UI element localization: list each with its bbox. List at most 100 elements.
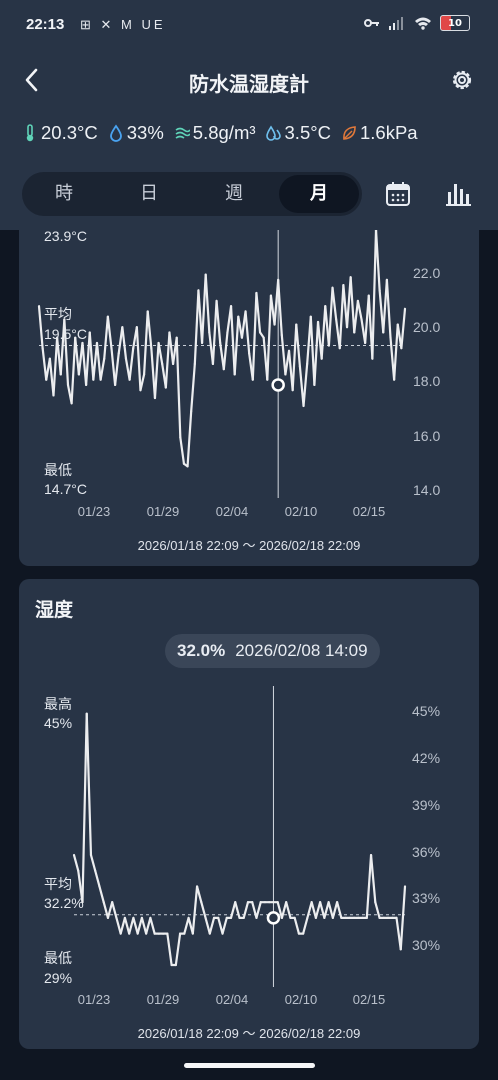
temp-avg-value: 19.5°C bbox=[44, 326, 87, 342]
series-segment bbox=[204, 916, 211, 935]
series-segment bbox=[128, 916, 135, 935]
series-segment bbox=[145, 916, 152, 935]
leaf-icon bbox=[343, 126, 356, 140]
page-title: 防水温湿度計 bbox=[189, 72, 309, 96]
tab-day[interactable]: 日 bbox=[109, 172, 189, 216]
series-segment bbox=[186, 410, 193, 468]
temp-date-range: 2026/01/18 22:09 〜 2026/02/18 22:09 bbox=[137, 538, 361, 553]
metric-vpd: 1.6kPa bbox=[341, 122, 418, 144]
series-segment bbox=[94, 869, 101, 888]
metric-absolute-humidity: 5.8g/m³ bbox=[174, 122, 256, 144]
metric-absolute-humidity-value: 5.8g/m³ bbox=[192, 122, 256, 143]
series-segment bbox=[349, 276, 356, 334]
series-segment bbox=[327, 286, 334, 347]
series-segment bbox=[85, 712, 93, 857]
series-segment bbox=[95, 341, 102, 381]
temp-min-value: 14.7°C bbox=[44, 481, 87, 497]
hum-max-value: 45% bbox=[44, 715, 73, 731]
calendar-icon bbox=[386, 182, 410, 206]
temp-x-tick: 02/10 bbox=[284, 504, 318, 519]
series-segment bbox=[41, 347, 48, 381]
hum-y-tick: 42% bbox=[412, 750, 441, 766]
series-segment bbox=[244, 310, 251, 355]
metric-humidity-value: 33% bbox=[126, 122, 164, 143]
hum-x-tick: 02/04 bbox=[215, 992, 249, 1007]
bar-chart-icon bbox=[446, 184, 471, 206]
dewpoint-icon bbox=[265, 125, 281, 141]
selected-point-marker bbox=[266, 911, 281, 925]
status-bar: 22:13 ⊞ ✕ M UE 10 bbox=[0, 0, 498, 52]
series-segment bbox=[338, 284, 345, 350]
series-segment bbox=[111, 901, 118, 919]
series-segment bbox=[242, 901, 250, 919]
series-segment bbox=[336, 901, 343, 919]
series-segment bbox=[164, 331, 171, 389]
calendar-button[interactable] bbox=[384, 180, 412, 208]
series-segment bbox=[327, 901, 334, 919]
series-segment bbox=[369, 853, 377, 904]
navigation-bar bbox=[0, 1052, 498, 1080]
tab-month[interactable]: 月 bbox=[279, 175, 359, 213]
series-segment bbox=[191, 885, 199, 935]
temperature-card: 23.9°C 平均 19.5°C 最低 14.7°C 22.0 20.0 18.… bbox=[19, 230, 479, 566]
tab-hour[interactable]: 時 bbox=[24, 172, 104, 216]
temp-x-tick: 01/29 bbox=[146, 504, 180, 519]
app-header: 防水温湿度計 20.3°C 33% 5.8g/m³ 3.5°C 1.6kPa 時… bbox=[0, 52, 498, 230]
series-segment bbox=[88, 331, 95, 381]
hum-min-label: 最低 bbox=[44, 950, 72, 966]
series-segment bbox=[320, 305, 327, 360]
series-segment bbox=[323, 901, 330, 919]
series-segment bbox=[102, 901, 110, 919]
series-segment bbox=[331, 286, 338, 321]
series-segment bbox=[251, 291, 258, 381]
series-segment bbox=[221, 916, 228, 935]
hum-avg-value: 32.2% bbox=[44, 895, 84, 911]
series-segment bbox=[400, 307, 407, 350]
metric-dewpoint: 3.5°C bbox=[265, 122, 331, 144]
hum-x-tick: 02/15 bbox=[352, 992, 386, 1007]
series-segment bbox=[285, 901, 292, 919]
series-segment bbox=[110, 347, 117, 387]
series-segment bbox=[106, 901, 114, 919]
series-segment bbox=[291, 323, 298, 392]
temp-y-tick: 18.0 bbox=[413, 373, 441, 389]
series-segment bbox=[174, 932, 182, 967]
series-segment bbox=[277, 278, 283, 337]
series-segment bbox=[280, 901, 288, 919]
series-segment bbox=[255, 901, 262, 919]
series-segment bbox=[70, 336, 77, 405]
series-segment bbox=[183, 916, 190, 935]
series-segment bbox=[313, 320, 320, 387]
temp-min-label: 最低 bbox=[44, 462, 72, 478]
series-segment bbox=[115, 916, 122, 935]
series-segment bbox=[168, 331, 175, 366]
series-segment bbox=[306, 901, 313, 919]
settings-button[interactable] bbox=[448, 66, 476, 94]
series-segment bbox=[302, 362, 309, 408]
series-segment bbox=[153, 341, 160, 400]
series-segment bbox=[193, 289, 200, 366]
tab-week[interactable]: 週 bbox=[194, 172, 274, 216]
series-segment bbox=[81, 712, 88, 904]
series-segment bbox=[229, 305, 236, 376]
series-segment bbox=[331, 901, 339, 919]
series-segment bbox=[157, 341, 164, 366]
hum-y-tick: 36% bbox=[412, 844, 441, 860]
temp-avg-label: 平均 bbox=[44, 306, 72, 322]
home-indicator[interactable] bbox=[184, 1063, 315, 1068]
humidity-chart[interactable] bbox=[19, 579, 479, 1049]
hum-avg-label: 平均 bbox=[44, 876, 72, 892]
series-segment bbox=[37, 305, 44, 350]
absolute-humidity-icon bbox=[175, 127, 190, 139]
series-segment bbox=[200, 901, 207, 919]
series-segment bbox=[234, 901, 241, 919]
bar-chart-button[interactable] bbox=[444, 180, 472, 208]
wifi-icon bbox=[415, 17, 431, 30]
series-segment bbox=[356, 299, 363, 321]
series-segment bbox=[52, 336, 59, 397]
series-segment bbox=[119, 916, 127, 935]
hum-y-tick: 45% bbox=[412, 703, 441, 719]
series-segment bbox=[149, 916, 156, 935]
series-segment bbox=[135, 326, 142, 392]
temp-max-value: 23.9°C bbox=[44, 230, 87, 244]
